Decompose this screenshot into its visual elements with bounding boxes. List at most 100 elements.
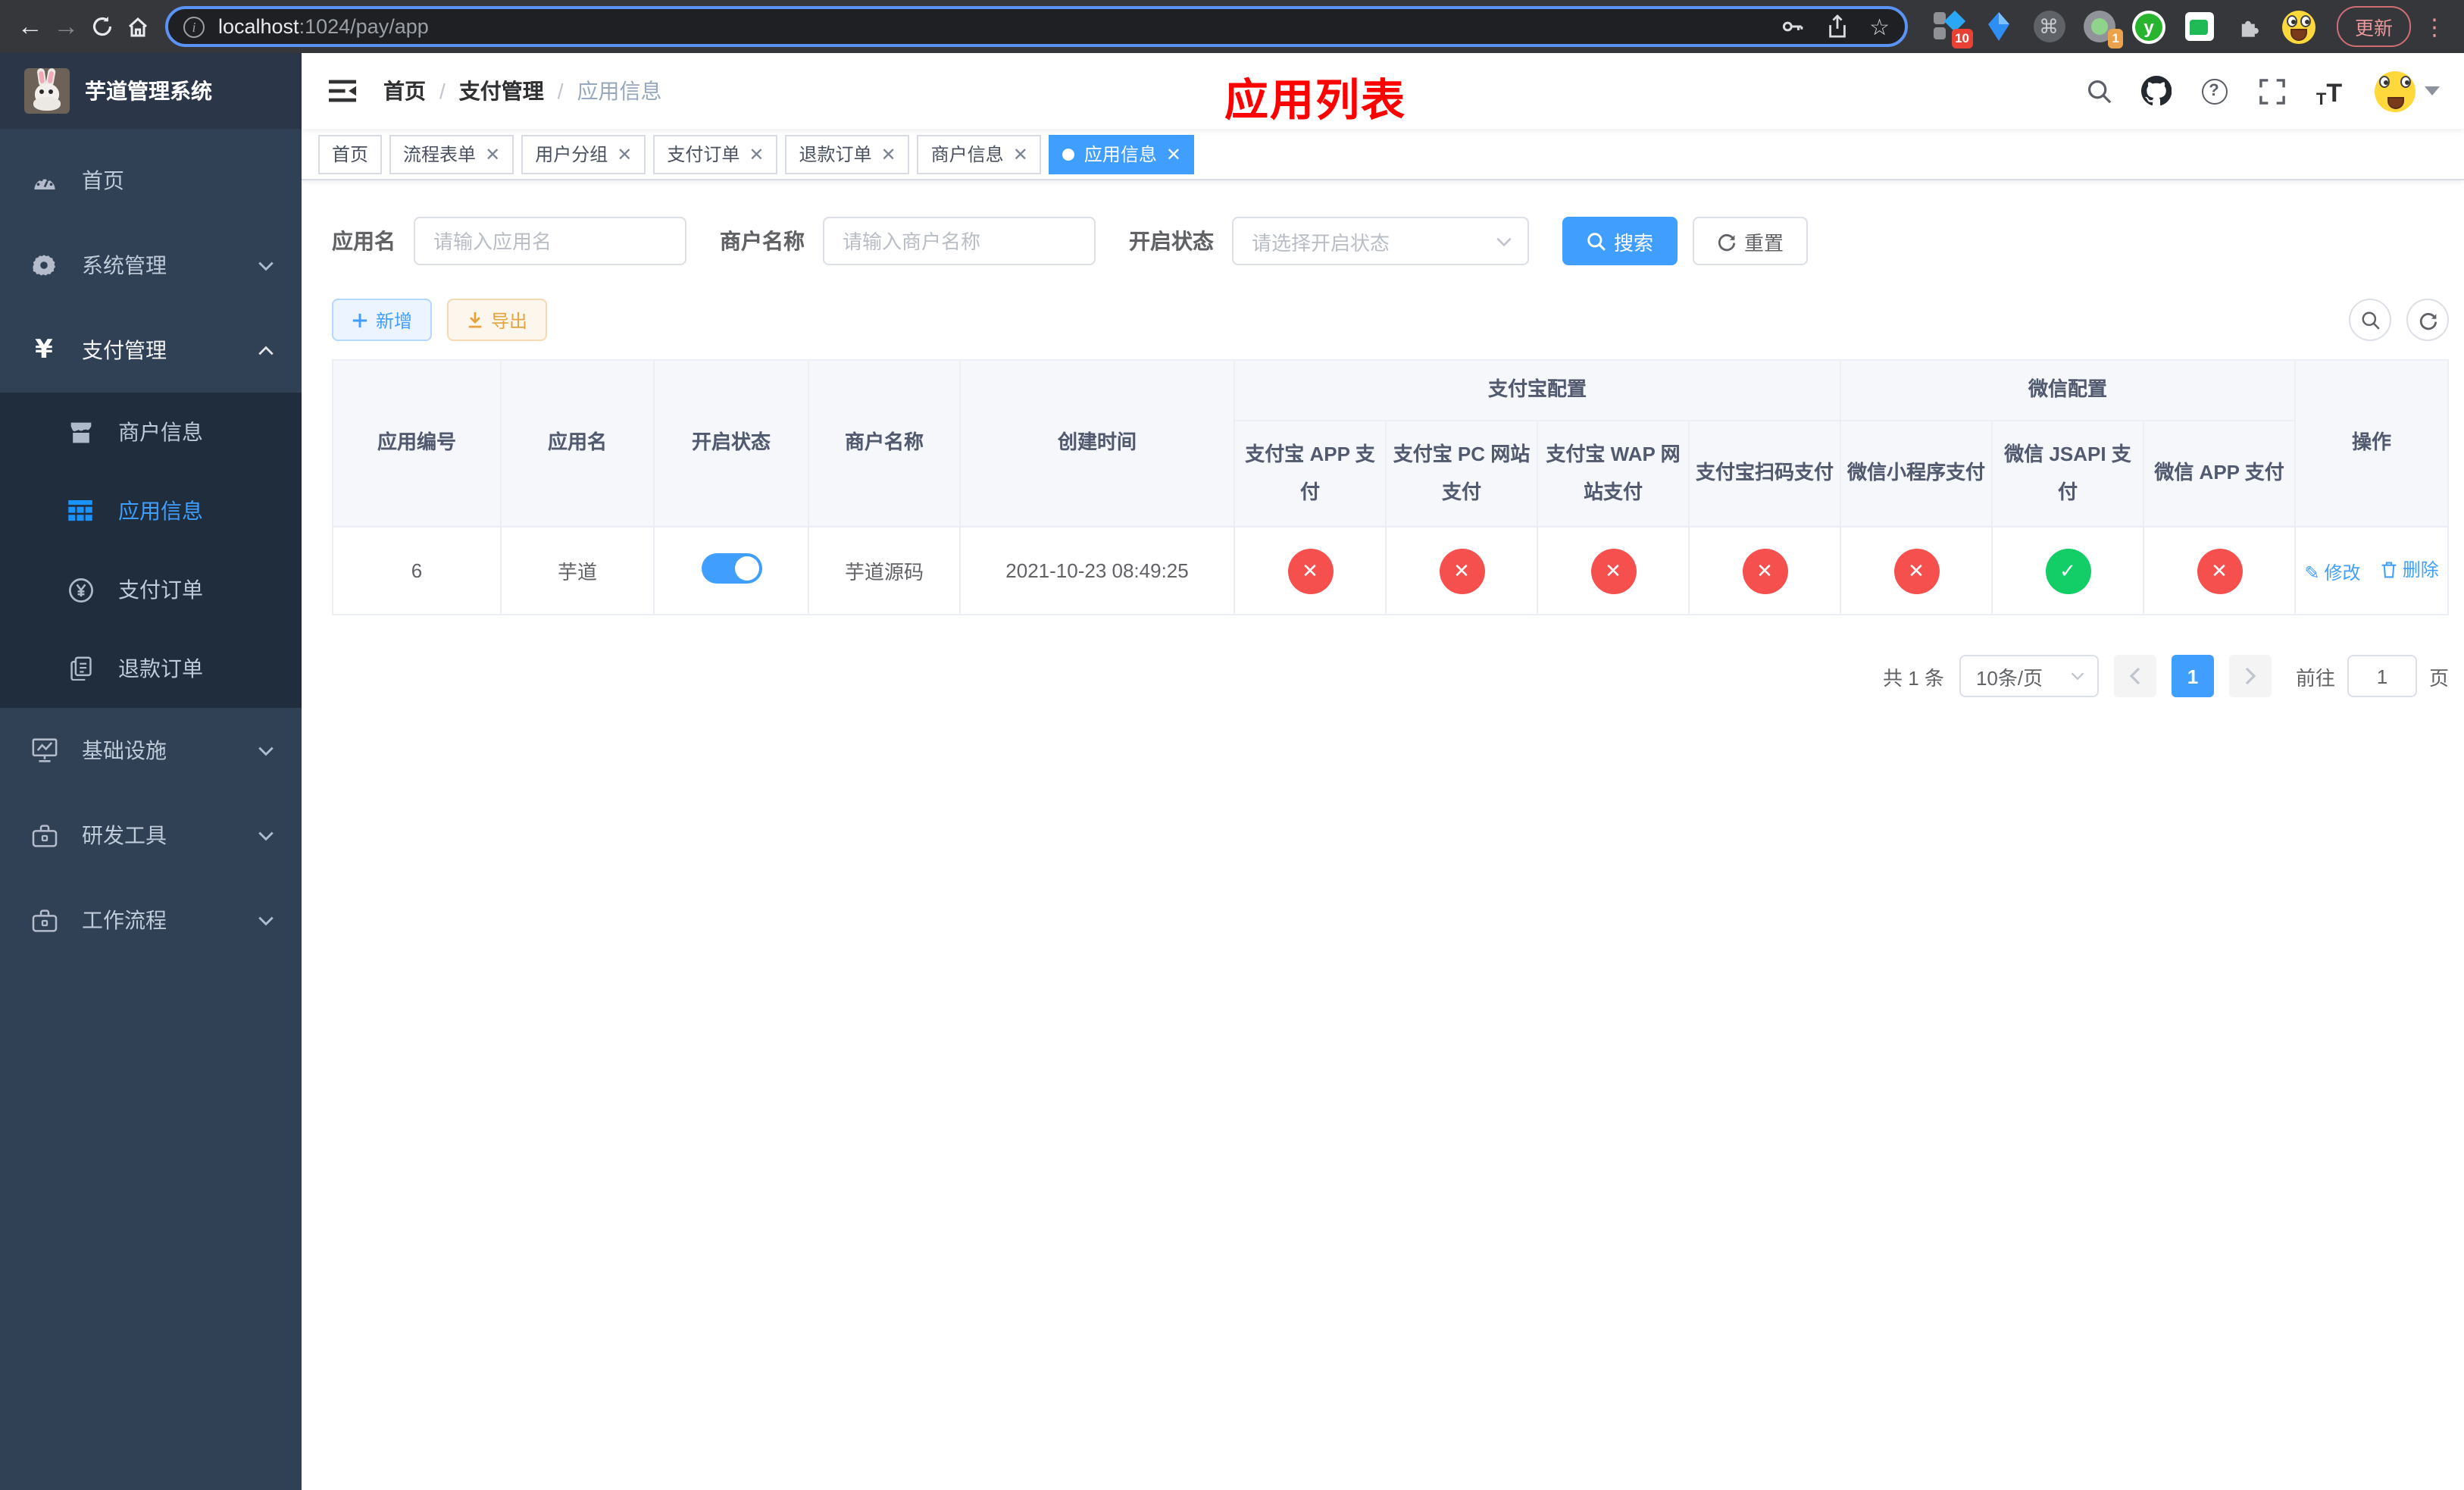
sidebar-item-label: 系统管理 — [82, 253, 167, 277]
reset-button[interactable]: 重置 — [1693, 217, 1809, 265]
sidebar-item-workflow[interactable]: 工作流程 — [0, 878, 302, 963]
alipay-wap-status-icon: ✕ — [1590, 548, 1636, 593]
merchant-name-input[interactable] — [823, 217, 1096, 265]
status-select[interactable]: 请选择开启状态 — [1232, 217, 1529, 265]
close-icon[interactable]: ✕ — [1166, 143, 1181, 164]
site-info-icon[interactable]: i — [183, 16, 205, 37]
active-dot — [1062, 148, 1075, 160]
extension-blocks-icon[interactable]: 10 — [1932, 9, 1973, 48]
grid-icon — [67, 500, 94, 521]
sidebar-item-infra[interactable]: 基础设施 — [0, 708, 302, 793]
pagination: 共 1 条 10条/页 1 前往 页 — [332, 655, 2449, 697]
next-page-button[interactable] — [2228, 655, 2272, 697]
extensions-puzzle-icon[interactable] — [2232, 10, 2265, 43]
cell-app-name: 芋道 — [500, 526, 655, 615]
user-avatar[interactable] — [2375, 70, 2440, 111]
prev-page-button[interactable] — [2113, 655, 2156, 697]
wechat-app-status-icon: ✕ — [2197, 548, 2243, 593]
page-number-1[interactable]: 1 — [2171, 655, 2214, 697]
sidebar-item-system[interactable]: 系统管理 — [0, 223, 302, 308]
sidebar-collapse-icon[interactable] — [326, 74, 359, 108]
download-icon — [468, 311, 482, 328]
tab-pay-order[interactable]: 支付订单 ✕ — [653, 134, 778, 174]
sidebar-item-label: 基础设施 — [82, 738, 167, 762]
close-icon[interactable]: ✕ — [617, 143, 632, 164]
refresh-icon — [1718, 233, 1736, 251]
browser-back-icon[interactable]: ← — [15, 5, 45, 48]
col-header-app-id: 应用编号 — [332, 359, 502, 527]
github-icon[interactable] — [2138, 73, 2175, 109]
sidebar-item-label: 退款订单 — [118, 656, 203, 681]
breadcrumb-payment[interactable]: 支付管理 — [459, 76, 544, 106]
sidebar-item-refund-order[interactable]: 退款订单 — [0, 629, 302, 708]
payment-submenu: 商户信息 应用信息 支付订单 退款订单 — [0, 393, 302, 708]
sidebar-item-dev-tools[interactable]: 研发工具 — [0, 793, 302, 878]
browser-forward-icon[interactable]: → — [52, 5, 82, 48]
goto-prefix: 前往 — [2295, 666, 2335, 689]
sidebar: 芋道管理系统 首页 系统管理 ¥ 支付管理 商户信息 应用信息 支付订单 退款订… — [0, 53, 302, 1490]
col-header-created: 创建时间 — [959, 359, 1235, 527]
breadcrumb: 首页 / 支付管理 / 应用信息 — [383, 76, 662, 106]
logo-avatar — [24, 68, 70, 114]
page-size-select[interactable]: 10条/页 — [1959, 655, 2099, 697]
browser-reload-icon[interactable] — [87, 5, 117, 48]
tab-merchant-info[interactable]: 商户信息 ✕ — [917, 134, 1042, 174]
toggle-search-icon[interactable] — [2349, 299, 2391, 341]
edit-link[interactable]: ✎ 修改 — [2304, 559, 2360, 585]
col-header-wechat-mini: 微信小程序支付 — [1840, 420, 1993, 527]
filter-label-app-name: 应用名 — [332, 229, 396, 253]
url-text[interactable]: localhost:1024/pay/app — [218, 15, 429, 38]
breadcrumb-home[interactable]: 首页 — [383, 76, 426, 106]
sidebar-item-pay-order[interactable]: 支付订单 — [0, 550, 302, 629]
close-icon[interactable]: ✕ — [881, 143, 896, 164]
font-size-icon[interactable]: TT — [2311, 73, 2347, 109]
briefcase-icon — [30, 909, 58, 931]
url-bar[interactable]: i localhost:1024/pay/app ☆ — [165, 6, 1908, 47]
chrome-update-button[interactable]: 更新 — [2337, 6, 2412, 47]
tab-process-form[interactable]: 流程表单 ✕ — [389, 134, 514, 174]
tab-home[interactable]: 首页 — [318, 134, 383, 174]
extension-kite-icon[interactable] — [1982, 10, 2015, 43]
share-icon[interactable] — [1825, 14, 1848, 39]
extension-y-icon[interactable]: y — [2132, 10, 2165, 43]
yen-circle-icon — [67, 577, 94, 603]
tab-user-group[interactable]: 用户分组 ✕ — [521, 134, 646, 174]
alipay-qr-status-icon: ✕ — [1742, 548, 1787, 593]
chevron-down-icon — [258, 260, 274, 271]
browser-home-icon[interactable] — [124, 5, 154, 48]
browser-menu-icon[interactable]: ⋮ — [2423, 13, 2446, 40]
extension-recorder-icon[interactable]: 1 — [2082, 10, 2123, 48]
sidebar-item-merchant-info[interactable]: 商户信息 — [0, 393, 302, 471]
profile-avatar-icon[interactable] — [2282, 10, 2315, 43]
close-icon[interactable]: ✕ — [485, 143, 500, 164]
fullscreen-icon[interactable] — [2253, 73, 2290, 109]
extension-command-icon[interactable]: ⌘ — [2032, 10, 2065, 43]
col-header-alipay-pc: 支付宝 PC 网站支付 — [1385, 420, 1538, 527]
sidebar-logo[interactable]: 芋道管理系统 — [0, 53, 302, 129]
help-icon[interactable]: ? — [2196, 73, 2232, 109]
col-header-actions: 操作 — [2294, 359, 2449, 527]
sidebar-item-home[interactable]: 首页 — [0, 138, 302, 223]
close-icon[interactable]: ✕ — [749, 143, 764, 164]
add-button[interactable]: 新增 — [332, 299, 433, 341]
search-button[interactable]: 搜索 — [1562, 217, 1678, 265]
export-button[interactable]: 导出 — [447, 299, 548, 341]
group-header-wechat: 微信配置 — [1840, 359, 2297, 421]
tab-refund-order[interactable]: 退款订单 ✕ — [785, 134, 910, 174]
app-name-input[interactable] — [414, 217, 686, 265]
bookmark-star-icon[interactable]: ☆ — [1869, 13, 1890, 40]
close-icon[interactable]: ✕ — [1013, 143, 1028, 164]
status-toggle[interactable] — [701, 553, 761, 584]
refresh-table-icon[interactable] — [2406, 299, 2449, 341]
search-icon[interactable] — [2081, 73, 2117, 109]
delete-link[interactable]: 删除 — [2381, 556, 2439, 582]
tab-app-info-active[interactable]: 应用信息 ✕ — [1049, 134, 1195, 174]
filter-label-status: 开启状态 — [1129, 229, 1214, 253]
avatar-caret-icon — [2425, 86, 2440, 95]
goto-page-input[interactable] — [2347, 655, 2417, 697]
sidebar-item-payment[interactable]: ¥ 支付管理 — [0, 308, 302, 393]
extension-chat-icon[interactable] — [2182, 10, 2215, 43]
col-header-wechat-app: 微信 APP 支付 — [2143, 420, 2297, 527]
sidebar-item-app-info[interactable]: 应用信息 — [0, 471, 302, 550]
password-key-icon[interactable] — [1778, 14, 1804, 39]
